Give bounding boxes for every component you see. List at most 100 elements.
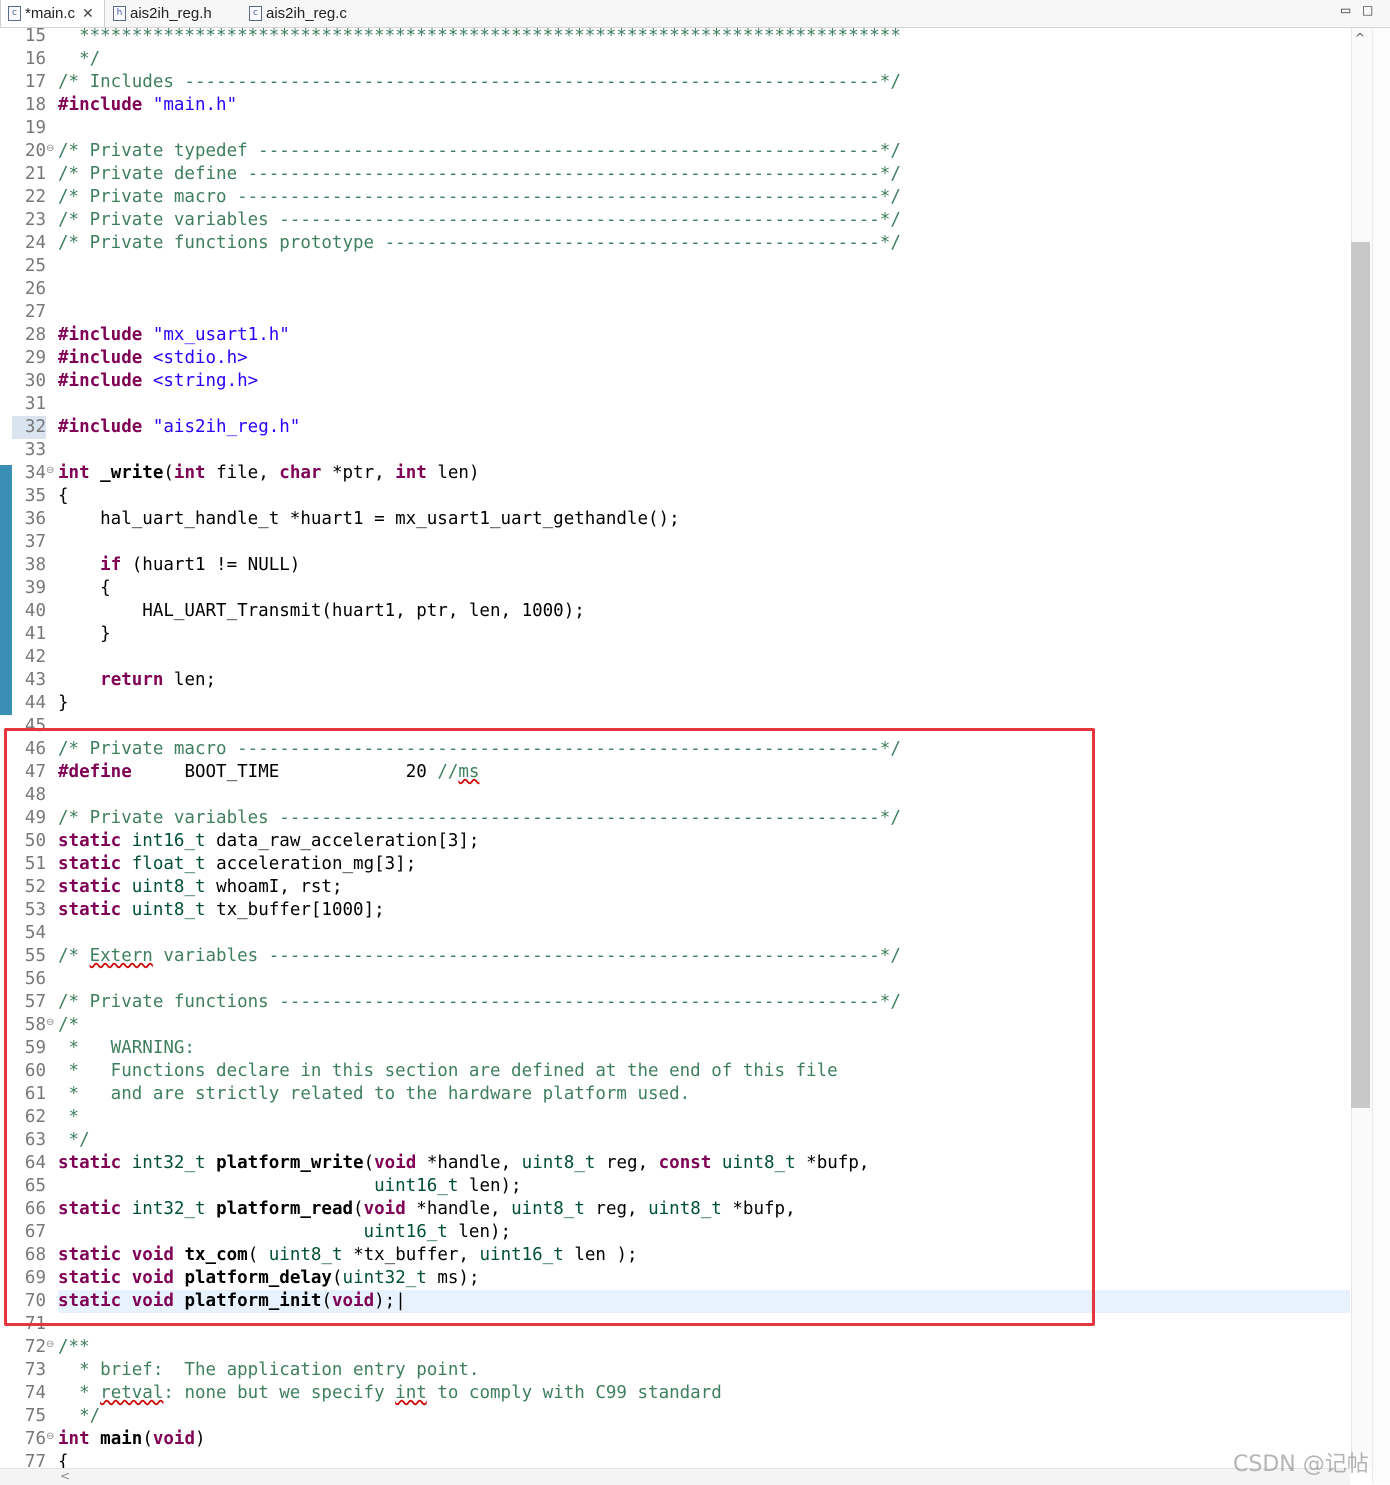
code-line[interactable]: 49 /* Private variables -----------------…	[0, 807, 1350, 830]
code-line[interactable]: 64 static int32_t platform_write(void *ha…	[0, 1152, 1350, 1175]
code-line[interactable]: 50 static int16_t data_raw_acceleration[3…	[0, 830, 1350, 853]
fold-toggle-icon[interactable]: ⊖	[46, 1017, 54, 1028]
code-line[interactable]: 72 ⊖ /**	[0, 1336, 1350, 1359]
code-line[interactable]: 22 /* Private macro ---------------------…	[0, 186, 1350, 209]
code-line[interactable]: 45	[0, 715, 1350, 738]
code-line[interactable]: 31	[0, 393, 1350, 416]
code-line[interactable]: 52 static uint8_t whoamI, rst;	[0, 876, 1350, 899]
code-line[interactable]: 73 * brief: The application entry point.	[0, 1359, 1350, 1382]
code-token: acceleration_mg[3];	[205, 854, 417, 874]
code-line[interactable]: 51 static float_t acceleration_mg[3];	[0, 853, 1350, 876]
code-line[interactable]: 63 */	[0, 1129, 1350, 1152]
code-line[interactable]: 32 #include "ais2ih_reg.h"	[0, 416, 1350, 439]
code-line[interactable]: 34 ⊖ int _write(int file, char *ptr, int l…	[0, 462, 1350, 485]
code-line[interactable]: 55 /* Extern variables ------------------…	[0, 945, 1350, 968]
tab-ais2ih-reg-h[interactable]: h ais2ih_reg.h	[106, 0, 236, 27]
code-token: char	[279, 463, 322, 483]
fold-toggle-icon[interactable]: ⊖	[46, 465, 54, 476]
code-line[interactable]: 54	[0, 922, 1350, 945]
code-line[interactable]: 18 #include "main.h"	[0, 94, 1350, 117]
scrollbar-thumb[interactable]	[1351, 242, 1370, 1108]
code-line[interactable]: 67 uint16_t len);	[0, 1221, 1350, 1244]
code-line[interactable]: 20 ⊖ /* Private typedef ------------------…	[0, 140, 1350, 163]
line-number: 70	[24, 1291, 46, 1311]
line-number: 72	[24, 1337, 46, 1357]
scroll-up-icon[interactable]: ^	[1355, 31, 1365, 45]
code-line[interactable]: 53 static uint8_t tx_buffer[1000];	[0, 899, 1350, 922]
code-line[interactable]: 23 /* Private variables -----------------…	[0, 209, 1350, 232]
code-line[interactable]: 60 * Functions declare in this section a…	[0, 1060, 1350, 1083]
code-line[interactable]: 44}	[0, 692, 1350, 715]
code-editor[interactable]: 15 *************************************…	[0, 28, 1350, 1468]
code-line[interactable]: 25	[0, 255, 1350, 278]
code-line[interactable]: 37	[0, 531, 1350, 554]
code-text: * retval: none but we specify int to com…	[58, 1382, 1350, 1405]
code-line[interactable]: 71	[0, 1313, 1350, 1336]
code-line[interactable]: 26	[0, 278, 1350, 301]
code-line[interactable]: 29 #include <stdio.h>	[0, 347, 1350, 370]
code-line[interactable]: 65 uint16_t len);	[0, 1175, 1350, 1198]
code-line[interactable]: 39 {	[0, 577, 1350, 600]
close-icon[interactable]: ✕	[82, 5, 94, 22]
code-line[interactable]: 68 static void tx_com( uint8_t *tx_buffer…	[0, 1244, 1350, 1267]
code-token: len );	[563, 1245, 638, 1265]
line-number: 60	[24, 1061, 46, 1081]
code-token: void	[131, 1245, 174, 1265]
code-line[interactable]: 47 #define BOOT_TIME 20 //ms	[0, 761, 1350, 784]
code-line[interactable]: 66 static int32_t platform_read(void *han…	[0, 1198, 1350, 1221]
code-token: {	[58, 1452, 69, 1468]
line-number: 42	[24, 647, 46, 667]
code-line[interactable]: 59 * WARNING:	[0, 1037, 1350, 1060]
code-line[interactable]: 77 {	[0, 1451, 1350, 1468]
code-line[interactable]: 19	[0, 117, 1350, 140]
fold-toggle-icon[interactable]: ⊖	[46, 1431, 54, 1442]
code-line[interactable]: 16 */	[0, 48, 1350, 71]
fold-toggle-icon[interactable]: ⊖	[46, 143, 54, 154]
maximize-icon[interactable]: □	[1362, 3, 1373, 17]
scroll-left-icon[interactable]: <	[60, 1469, 70, 1483]
tab-main-c[interactable]: c *main.c ✕	[0, 0, 105, 27]
code-token: if	[100, 555, 122, 575]
code-token: uint8_t	[131, 900, 206, 920]
code-token: "ais2ih_reg.h"	[152, 417, 301, 437]
code-line[interactable]: 33	[0, 439, 1350, 462]
tab-ais2ih-reg-c[interactable]: c ais2ih_reg.c	[242, 0, 372, 27]
code-line[interactable]: 40 HAL_UART_Transmit(huart1, ptr, len, 1…	[0, 600, 1350, 623]
code-line[interactable]: 76 ⊖ int main(void)	[0, 1428, 1350, 1451]
code-line[interactable]: 21 /* Private define --------------------…	[0, 163, 1350, 186]
code-text: /**	[58, 1336, 1350, 1359]
code-text: */	[58, 48, 1350, 71]
code-line[interactable]: 69 static void platform_delay(uint32_t ms…	[0, 1267, 1350, 1290]
code-line[interactable]: 61 * and are strictly related to the har…	[0, 1083, 1350, 1106]
code-line[interactable]: 57 /* Private functions -----------------…	[0, 991, 1350, 1014]
code-line[interactable]: 58 ⊖ /*	[0, 1014, 1350, 1037]
minimize-icon[interactable]: ▭	[1340, 3, 1351, 17]
code-line[interactable]: 35 {	[0, 485, 1350, 508]
code-line[interactable]: 74 * retval: none but we specify int to …	[0, 1382, 1350, 1405]
code-line[interactable]: 15 *************************************…	[0, 28, 1350, 48]
code-line[interactable]: 24 /* Private functions prototype -------…	[0, 232, 1350, 255]
code-line[interactable]: 17 /* Includes --------------------------…	[0, 71, 1350, 94]
code-line[interactable]: 43 return len;	[0, 669, 1350, 692]
code-line[interactable]: 56	[0, 968, 1350, 991]
code-line[interactable]: 30 #include <string.h>	[0, 370, 1350, 393]
code-line[interactable]: 27	[0, 301, 1350, 324]
code-line[interactable]: 42	[0, 646, 1350, 669]
code-token: /* Private typedef ---------------------…	[58, 141, 901, 161]
code-line[interactable]: 70 static void platform_init(void);|	[0, 1290, 1350, 1313]
code-token: <string.h>	[152, 371, 259, 391]
fold-toggle-icon[interactable]: ⊖	[46, 1339, 54, 1350]
overview-ruler[interactable]	[1372, 28, 1390, 1484]
code-line[interactable]: 41 }	[0, 623, 1350, 646]
code-line[interactable]: 62 *	[0, 1106, 1350, 1129]
horizontal-scrollbar[interactable]: <	[0, 1468, 1350, 1485]
line-number: 66	[24, 1199, 46, 1219]
code-line[interactable]: 28 #include "mx_usart1.h"	[0, 324, 1350, 347]
code-line[interactable]: 48	[0, 784, 1350, 807]
code-line[interactable]: 46 /* Private macro ---------------------…	[0, 738, 1350, 761]
code-line[interactable]: 38 if (huart1 != NULL)	[0, 554, 1350, 577]
code-line[interactable]: 75 */	[0, 1405, 1350, 1428]
code-line[interactable]: 36 hal_uart_handle_t *huart1 = mx_usart1…	[0, 508, 1350, 531]
